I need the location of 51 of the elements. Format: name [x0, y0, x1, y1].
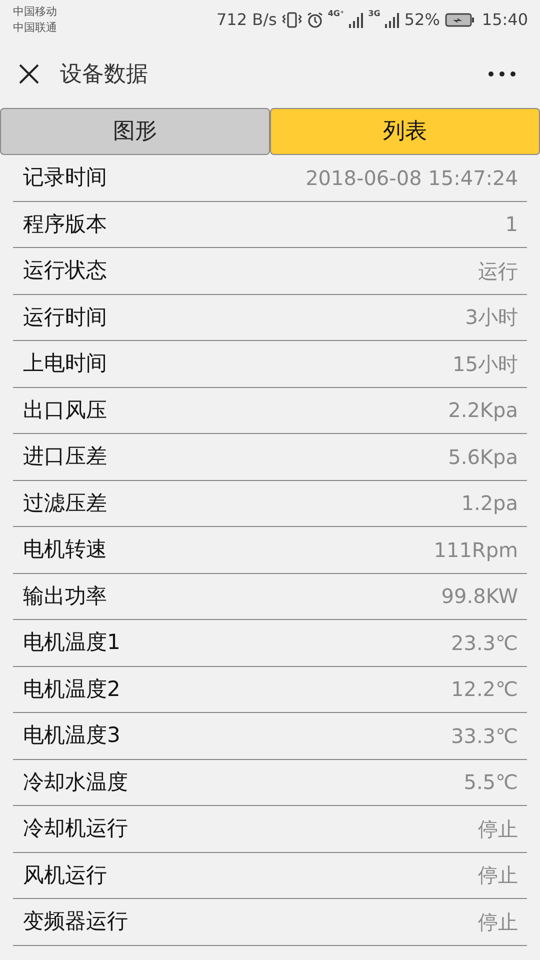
field-label: 上电时间	[23, 350, 107, 377]
battery-charging-icon	[444, 13, 475, 27]
alarm-icon	[306, 12, 323, 28]
page-title: 设备数据	[60, 60, 148, 88]
signal-icon	[385, 12, 400, 28]
field-value: 2.2Kpa	[448, 397, 518, 424]
field-value: 5.5℃	[464, 769, 518, 796]
more-icon[interactable]	[488, 71, 516, 77]
tab[interactable]: 列表	[270, 108, 540, 155]
field-label: 运行状态	[23, 257, 107, 284]
field-label: 电机温度2	[23, 676, 120, 702]
field-label: 冷却机运行	[23, 815, 128, 842]
field-label: 输出功率	[23, 582, 107, 610]
close-icon[interactable]	[18, 63, 40, 85]
field-label: 程序版本	[23, 210, 107, 238]
carrier-name: 中国移动	[13, 4, 57, 20]
field-value: 运行	[478, 258, 518, 285]
field-label: 进口压差	[23, 443, 107, 470]
battery-percent: 52%	[404, 9, 440, 31]
field-label: 记录时间	[23, 164, 107, 191]
field-value: 99.8KW	[441, 583, 518, 610]
carrier-name: 中国联通	[13, 20, 57, 36]
network-speed: 712 B/s	[216, 9, 277, 31]
field-value: 23.3℃	[451, 630, 518, 657]
field-value: 15小时	[452, 350, 518, 378]
field-value: 3小时	[465, 304, 518, 332]
field-value: 2018-06-08 15:47:24	[306, 164, 518, 192]
clock-time: 15:40	[482, 9, 528, 31]
field-label: 运行时间	[23, 304, 107, 330]
field-value: 5.6Kpa	[448, 444, 518, 471]
field-value: 停止	[478, 816, 518, 843]
field-value: 停止	[478, 908, 518, 936]
field-value: 1	[505, 211, 518, 238]
field-label: 冷却水温度	[23, 768, 128, 796]
field-label: 电机温度1	[23, 629, 120, 656]
field-value: 12.2℃	[451, 676, 518, 704]
field-label: 风机运行	[23, 862, 107, 888]
network-type: 3G	[368, 10, 380, 18]
vibrate-icon	[282, 12, 302, 28]
field-label: 过滤压差	[23, 490, 107, 516]
field-value: 1.2pa	[461, 490, 518, 518]
field-label: 电机温度3	[23, 722, 120, 749]
tab[interactable]: 图形	[0, 108, 270, 155]
field-label: 变频器运行	[23, 908, 128, 935]
field-value: 111Rpm	[434, 536, 518, 564]
field-label: 出口风压	[23, 396, 107, 424]
field-value: 停止	[478, 862, 518, 890]
field-label: 电机转速	[23, 536, 107, 563]
signal-icon	[349, 12, 364, 28]
network-type: 4G⁺	[328, 10, 344, 18]
field-value: 33.3℃	[451, 722, 518, 750]
